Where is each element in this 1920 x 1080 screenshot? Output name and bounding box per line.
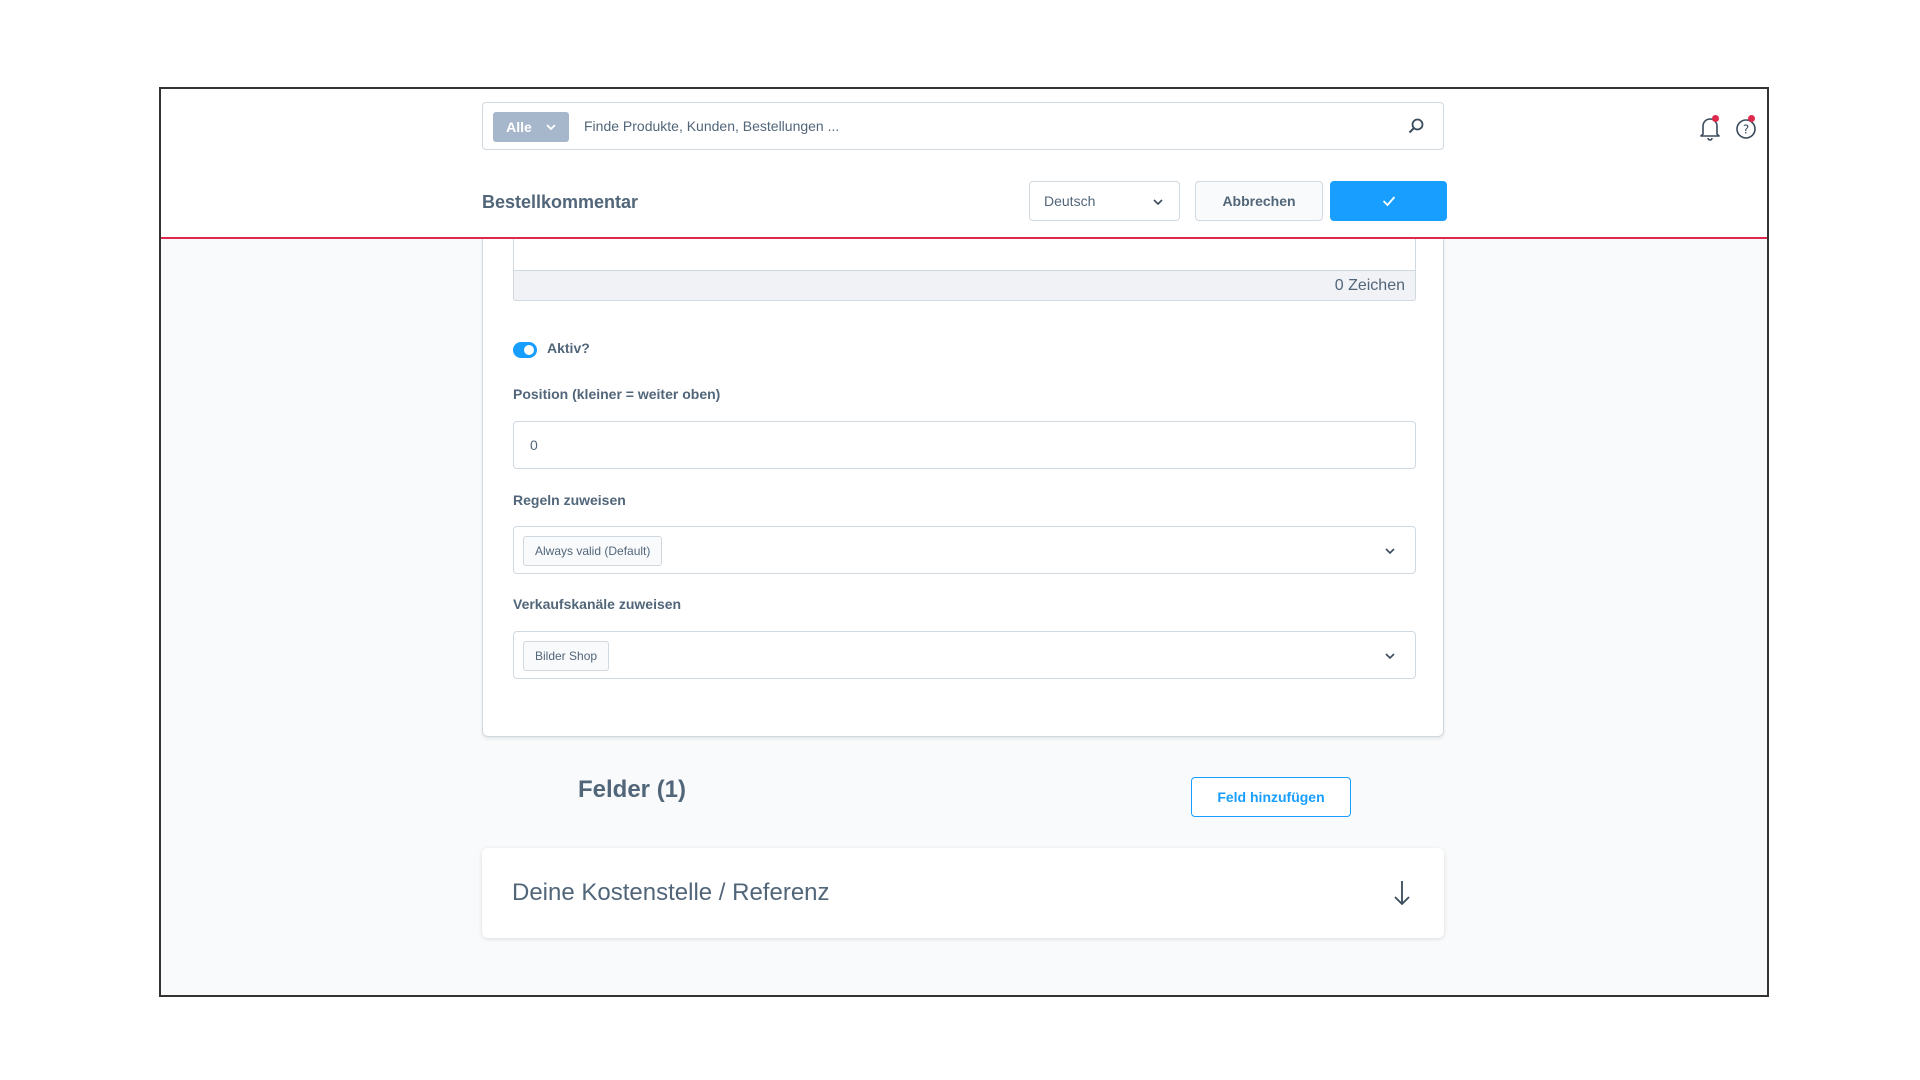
comment-textarea[interactable]: [513, 239, 1416, 271]
channels-select[interactable]: Bilder Shop: [513, 631, 1416, 679]
global-search: Alle Finde Produkte, Kunden, Bestellunge…: [482, 102, 1444, 150]
char-counter: 0 Zeichen: [513, 271, 1416, 301]
chevron-down-icon[interactable]: [1385, 651, 1395, 661]
position-value: 0: [530, 437, 538, 453]
rules-label: Regeln zuweisen: [513, 492, 626, 508]
app-window: Alle Finde Produkte, Kunden, Bestellunge…: [159, 87, 1769, 997]
save-button[interactable]: [1330, 181, 1447, 221]
position-input[interactable]: 0: [513, 421, 1416, 469]
language-switch[interactable]: Deutsch: [1029, 181, 1180, 221]
search-icon[interactable]: [1407, 117, 1425, 135]
cancel-button[interactable]: Abbrechen: [1195, 181, 1323, 221]
help-badge: [1748, 115, 1755, 122]
chevron-down-icon[interactable]: [1385, 546, 1395, 556]
smart-bar: Bestellkommentar Deutsch Abbrechen: [161, 167, 1767, 239]
chevron-down-icon: [1153, 199, 1163, 206]
channels-label: Verkaufskanäle zuweisen: [513, 596, 682, 612]
fields-heading: Felder (1): [578, 776, 687, 803]
active-label: Aktiv?: [547, 340, 590, 356]
rules-select[interactable]: Always valid (Default): [513, 526, 1416, 574]
active-toggle[interactable]: [513, 342, 537, 358]
page-title: Bestellkommentar: [482, 192, 639, 212]
svg-text:?: ?: [1743, 123, 1749, 137]
chevron-down-icon: [546, 124, 556, 131]
position-label: Position (kleiner = weiter oben): [513, 386, 721, 402]
arrow-down-icon[interactable]: [1392, 880, 1412, 906]
checkmark-icon: [1382, 196, 1395, 207]
notification-badge: [1712, 115, 1719, 122]
search-input[interactable]: Finde Produkte, Kunden, Bestellungen ...: [584, 103, 839, 149]
rules-tag[interactable]: Always valid (Default): [523, 536, 663, 566]
channel-tag[interactable]: Bilder Shop: [523, 641, 610, 671]
field-item-title: Deine Kostenstelle / Referenz: [512, 879, 830, 906]
toggle-knob: [524, 345, 534, 355]
top-bar: Alle Finde Produkte, Kunden, Bestellunge…: [161, 89, 1767, 168]
search-category-label: Alle: [506, 119, 532, 135]
language-value: Deutsch: [1044, 193, 1096, 209]
settings-card: 0 Zeichen Aktiv? Position (kleiner = wei…: [482, 239, 1444, 737]
add-field-button[interactable]: Feld hinzufügen: [1191, 777, 1351, 817]
search-category-dropdown[interactable]: Alle: [493, 112, 569, 142]
field-item[interactable]: Deine Kostenstelle / Referenz: [482, 848, 1444, 938]
